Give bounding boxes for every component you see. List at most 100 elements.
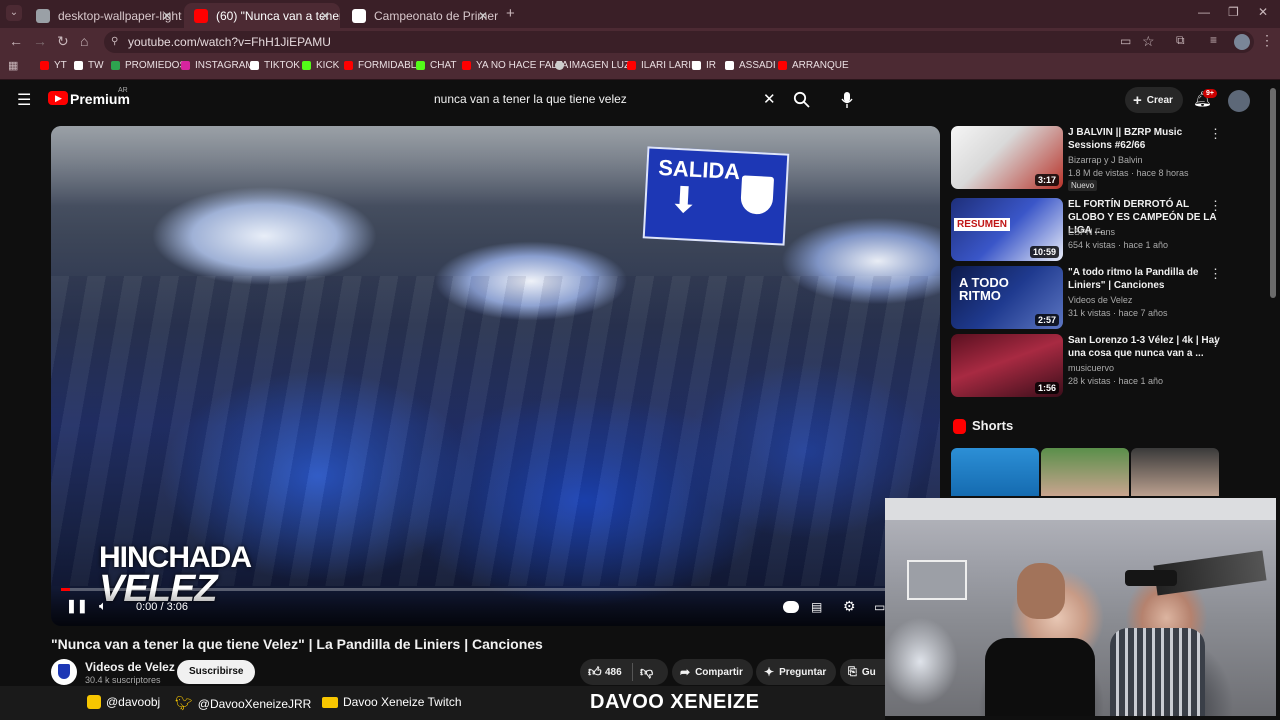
close-tab-icon[interactable]: ✕ [478,9,488,23]
reload-icon[interactable]: ↻ [57,33,69,50]
site-info-icon[interactable]: ⚲ [111,31,118,53]
bookmark-assadi[interactable]: ASSADI [725,60,776,71]
close-tab-icon[interactable]: ✕ [162,9,172,23]
bookmark-ilari-larie[interactable]: ILARI LARIE [627,60,698,71]
video-title[interactable]: San Lorenzo 1-3 Vélez | 4k | Hay una cos… [1068,334,1223,360]
extensions-icon[interactable]: ⧉ [1176,33,1185,48]
channel-name[interactable]: Videos de Velez [1068,294,1132,307]
video-title[interactable]: "A todo ritmo la Pandilla de Liniers" | … [1068,266,1223,292]
pause-icon[interactable]: ❚❚ [66,598,88,614]
forward-icon[interactable]: → [33,33,47,49]
short-thumbnail[interactable] [1041,448,1129,496]
video-thumbnail[interactable]: 1:56 [951,334,1063,397]
maximize-icon[interactable]: ❐ [1228,5,1239,19]
volume-icon[interactable]: 🔈︎ [99,598,107,614]
short-thumbnail[interactable] [1131,448,1219,496]
search-input[interactable]: nunca van a tener la que tiene velez [434,92,627,106]
channel-name[interactable]: ESPN Fans [1068,226,1115,239]
recommendation-item[interactable]: A TODO RITMO 2:57 "A todo ritmo la Pandil… [951,266,1251,330]
tab-wallpaper[interactable]: desktop-wallpaper-light-yello ✕ [26,3,182,28]
subscribe-button[interactable]: Suscribirse [177,660,256,684]
settings-gear-icon[interactable]: ⚙ [843,598,856,615]
youtube-icon [627,61,636,70]
menu-icon[interactable]: ⋮ [1260,32,1274,49]
youtube-logo-icon[interactable]: ▶ [48,91,68,105]
sunglasses [1125,570,1177,586]
bookmark-kick[interactable]: KICK [302,60,339,71]
tab-youtube[interactable]: (60) "Nunca van a tener la q ✕ [184,3,340,28]
create-button[interactable]: + Crear [1125,87,1183,113]
url-text: youtube.com/watch?v=FhH1JiEPAMU [128,35,331,49]
bookmark-yt[interactable]: YT [40,60,67,71]
tab-search-icon[interactable]: ⌄ [6,5,22,21]
recommendation-item[interactable]: RESUMEN 10:59 EL FORTÍN DERROTÓ AL GLOBO… [951,198,1251,262]
recommendation-item[interactable]: 3:17 J BALVIN || BZRP Music Sessions #62… [951,126,1251,191]
more-options-icon[interactable]: ⋮ [1209,266,1222,282]
bookmark-star-icon[interactable]: ☆ [1142,33,1155,50]
bookmark-tw[interactable]: TW [74,60,104,71]
search-button[interactable] [789,87,815,113]
address-bar[interactable]: ⚲ youtube.com/watch?v=FhH1JiEPAMU [104,31,1254,53]
channel-name[interactable]: musicuervo [1068,362,1114,375]
account-avatar[interactable] [1228,90,1250,112]
save-button[interactable]: ⎘ Gu [840,659,885,685]
new-tab-icon[interactable]: + [506,5,515,22]
more-options-icon[interactable]: ⋮ [1209,334,1222,350]
progress-bar[interactable] [61,588,930,591]
more-options-icon[interactable]: ⋮ [1209,126,1222,142]
home-icon[interactable]: ⌂ [80,33,88,49]
bookmark-chat[interactable]: CHAT [416,60,456,71]
bookmark-promiedos[interactable]: PROMIEDOS [111,60,186,71]
channel-name[interactable]: Bizarrap y J Balvin [1068,154,1143,167]
bookmark-ya-no-hace-falta[interactable]: YA NO HACE FALTA [462,60,568,71]
bookmark-ir[interactable]: IR [692,60,716,71]
bookmark-imagen-luz[interactable]: IMAGEN LUZ [555,60,630,71]
profile-avatar[interactable] [1234,34,1250,50]
bookmark-label: IMAGEN LUZ [569,60,631,71]
twitter-bird-icon: 🐦︎ [175,695,193,711]
close-window-icon[interactable]: ✕ [1258,5,1268,19]
twitter-handle: 🐦︎ @DavooXeneizeJRR [175,695,311,712]
page-scrollbar[interactable] [1270,88,1276,298]
x-icon [74,61,83,70]
thumbs-up-icon[interactable]: 👍︎ [588,664,602,680]
bookmark-arranque[interactable]: ARRANQUE [778,60,849,71]
black-shirt [985,638,1095,716]
ask-button[interactable]: ✦ Preguntar [756,659,837,685]
minimize-icon[interactable]: — [1198,5,1210,19]
bookmark-formidable[interactable]: FORMIDABLE [344,60,423,71]
bookmark-tiktok[interactable]: TIKTOK [250,60,300,71]
media-icon[interactable]: ≡ [1210,33,1217,47]
sparkle-icon: ✦ [764,665,775,679]
more-options-icon[interactable]: ⋮ [1209,198,1222,214]
voice-search-button[interactable] [836,87,858,113]
autoplay-toggle[interactable] [783,601,799,613]
miniplayer-icon[interactable]: ▭ [874,600,885,614]
globe-icon [36,8,50,23]
back-icon[interactable]: ← [9,33,23,49]
hamburger-menu-icon[interactable]: ☰ [17,90,31,110]
bookmark-label: PROMIEDOS [125,60,187,71]
tab-campeonato[interactable]: Campeonato de Primera B Na ✕ [342,3,498,28]
thumbs-down-icon[interactable]: 👎︎ [640,664,653,680]
short-thumbnail[interactable] [951,448,1039,496]
video-player[interactable]: SALIDA ⬇ HINCHADA VELEZ ❚❚ 🔈︎ 0:00 / 3:0… [51,126,940,626]
search-box[interactable]: nunca van a tener la que tiene velez ✕ [420,85,789,115]
video-thumbnail[interactable]: RESUMEN 10:59 [951,198,1063,261]
share-button[interactable]: ➦ Compartir [672,659,753,685]
cast-icon[interactable]: ▭ [1120,34,1131,48]
video-title[interactable]: J BALVIN || BZRP Music Sessions #62/66 [1068,126,1223,152]
subtitles-icon[interactable]: ▤ [811,600,822,614]
channel-avatar[interactable] [51,659,77,685]
recommendation-item[interactable]: 1:56 San Lorenzo 1-3 Vélez | 4k | Hay un… [951,334,1251,398]
video-thumbnail[interactable]: A TODO RITMO 2:57 [951,266,1063,329]
video-stats: 31 k vistas · hace 7 años [1068,308,1168,318]
clear-search-icon[interactable]: ✕ [763,90,776,108]
channel-name[interactable]: Videos de Velez [85,660,175,674]
bookmark-instagram[interactable]: INSTAGRAM [181,60,254,71]
apps-grid-icon[interactable]: ▦ [8,59,18,72]
bookmark-label: YT [54,60,67,71]
close-tab-icon[interactable]: ✕ [320,9,330,23]
video-thumbnail[interactable]: 3:17 [951,126,1063,189]
shorts-section-title: Shorts [972,418,1014,433]
